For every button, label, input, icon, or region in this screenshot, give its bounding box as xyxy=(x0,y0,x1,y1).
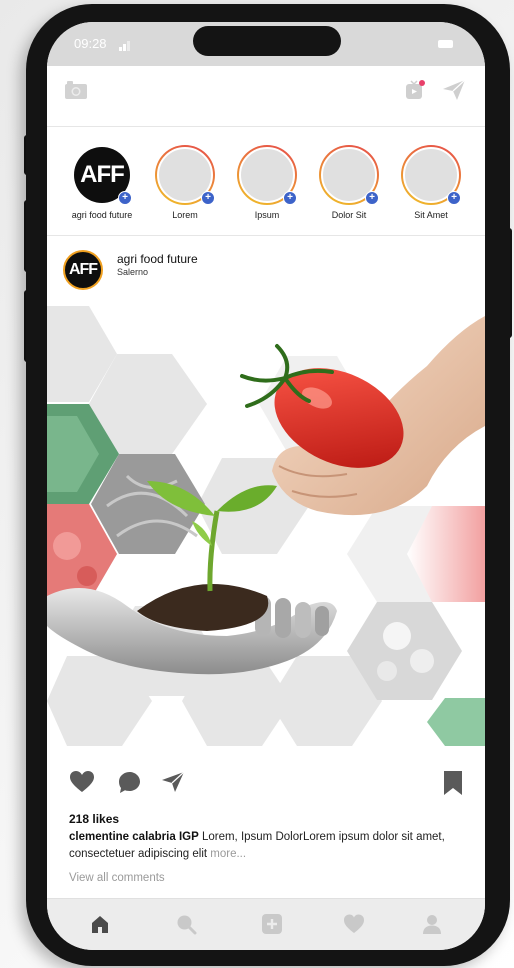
add-story-icon[interactable]: + xyxy=(118,191,132,205)
status-bar: 09:28 xyxy=(47,22,485,66)
home-icon[interactable] xyxy=(89,913,111,935)
caption-username[interactable]: clementine calabria IGP xyxy=(69,831,199,843)
add-icon[interactable] xyxy=(261,913,283,935)
battery-icon xyxy=(438,40,453,48)
heart-icon[interactable] xyxy=(69,770,95,794)
post-location[interactable]: Salerno xyxy=(117,267,148,277)
tv-icon[interactable] xyxy=(403,78,427,102)
share-icon[interactable] xyxy=(160,770,186,794)
comment-icon[interactable] xyxy=(117,770,142,795)
story-item[interactable]: + Dolor Sit xyxy=(313,145,385,220)
profile-icon[interactable] xyxy=(421,913,443,935)
send-icon[interactable] xyxy=(441,78,467,102)
post-avatar[interactable]: AFF xyxy=(63,250,103,290)
add-icon: + xyxy=(447,191,461,205)
post-caption: clementine calabria IGP Lorem, Ipsum Dol… xyxy=(69,829,465,863)
story-label: Sit Amet xyxy=(414,210,448,220)
story-item[interactable]: + Sit Amet xyxy=(395,145,467,220)
post-header: AFF agri food future Salerno xyxy=(47,236,485,306)
camera-notch xyxy=(193,26,341,56)
status-time: 09:28 xyxy=(74,36,107,51)
likes-count[interactable]: 218 likes xyxy=(69,812,119,826)
add-icon: + xyxy=(283,191,297,205)
story-item[interactable]: + Ipsum xyxy=(231,145,303,220)
post-image[interactable] xyxy=(47,306,485,746)
story-label: Dolor Sit xyxy=(331,210,367,220)
add-icon: + xyxy=(365,191,379,205)
story-own[interactable]: AFF + agri food future xyxy=(66,145,138,220)
story-label: Ipsum xyxy=(254,210,280,220)
activity-heart-icon[interactable] xyxy=(343,913,365,935)
stories-bar: AFF + agri food future + Lorem + Ipsum +… xyxy=(47,127,485,236)
top-bar xyxy=(47,66,485,127)
story-label: agri food future xyxy=(71,210,133,220)
story-item[interactable]: + Lorem xyxy=(149,145,221,220)
post-caption-area: 218 likes clementine calabria IGP Lorem,… xyxy=(47,812,485,912)
post-illustration xyxy=(47,306,485,746)
caption-more-link[interactable]: more... xyxy=(210,848,246,860)
camera-icon[interactable] xyxy=(63,79,89,101)
bookmark-icon[interactable] xyxy=(443,770,463,796)
bottom-nav xyxy=(47,898,485,950)
signal-icon xyxy=(119,39,135,51)
add-icon: + xyxy=(201,191,215,205)
post-username[interactable]: agri food future xyxy=(117,252,198,266)
story-label: Lorem xyxy=(172,210,198,220)
view-comments-link[interactable]: View all comments xyxy=(69,872,165,884)
phone-screen: 09:28 AFF + agri food future + Lorem + I… xyxy=(47,22,485,950)
search-icon[interactable] xyxy=(175,913,197,935)
